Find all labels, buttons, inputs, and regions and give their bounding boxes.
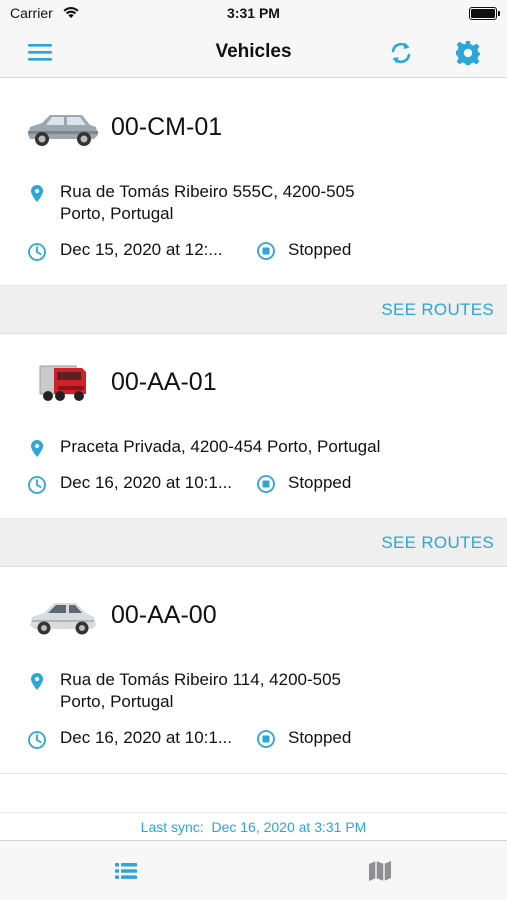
address-line-1: Rua de Tomás Ribeiro 114, 4200-505: [60, 670, 341, 689]
see-routes-button[interactable]: SEE ROUTES: [381, 300, 494, 320]
list-view-tab-icon[interactable]: [113, 859, 139, 883]
clock-time: 3:31 PM: [227, 5, 280, 21]
last-sync-bar: Last sync: Dec 16, 2020 at 3:31 PM: [0, 812, 507, 840]
clock-icon: [27, 242, 47, 262]
gear-icon[interactable]: [455, 39, 481, 67]
vehicle-plate: 00-AA-01: [111, 368, 217, 396]
see-routes-button[interactable]: SEE ROUTES: [381, 533, 494, 553]
see-routes-bar: SEE ROUTES: [0, 519, 507, 567]
vehicle-address: Rua de Tomás Ribeiro 555C, 4200-505 Port…: [0, 181, 507, 225]
tab-bar: [0, 840, 507, 900]
vehicle-status: Stopped: [288, 473, 352, 492]
clock-icon: [27, 475, 47, 495]
address-line-2: Porto, Portugal: [60, 204, 174, 223]
last-update-date: Dec 16, 2020 at 10:1...: [60, 728, 233, 747]
battery-icon: [469, 7, 500, 20]
navigation-bar: Vehicles: [0, 28, 507, 78]
vehicle-status: Stopped: [288, 240, 352, 259]
vehicle-address: Praceta Privada, 4200-454 Porto, Portuga…: [0, 436, 507, 458]
last-sync-label: Last sync:: [140, 819, 204, 835]
vehicle-info-row: Dec 16, 2020 at 10:1... Stopped: [0, 472, 507, 494]
map-view-tab-icon[interactable]: [367, 859, 393, 883]
location-pin-icon: [27, 184, 47, 204]
vehicle-list: 00-CM-01 Rua de Tomás Ribeiro 555C, 4200…: [0, 79, 507, 774]
clock-icon: [27, 730, 47, 750]
vehicle-plate: 00-CM-01: [111, 113, 223, 141]
stop-circle-icon: [256, 729, 276, 749]
page-title: Vehicles: [215, 41, 292, 62]
stop-circle-icon: [256, 474, 276, 494]
truck-icon: [24, 358, 100, 408]
stop-circle-icon: [256, 241, 276, 261]
vehicle-info-row: Dec 15, 2020 at 12:... Stopped: [0, 239, 507, 261]
address-line-1: Praceta Privada, 4200-454 Porto, Portuga…: [60, 437, 381, 456]
vehicle-card[interactable]: 00-CM-01 Rua de Tomás Ribeiro 555C, 4200…: [0, 79, 507, 286]
vehicle-card[interactable]: 00-AA-00 Rua de Tomás Ribeiro 114, 4200-…: [0, 567, 507, 774]
last-sync-value: Dec 16, 2020 at 3:31 PM: [211, 819, 367, 835]
last-update-date: Dec 15, 2020 at 12:...: [60, 240, 223, 259]
vehicle-plate: 00-AA-00: [111, 601, 217, 629]
car-icon: [24, 591, 100, 641]
vehicle-info-row: Dec 16, 2020 at 10:1... Stopped: [0, 727, 507, 749]
status-bar: Carrier 3:31 PM: [0, 0, 507, 28]
address-line-1: Rua de Tomás Ribeiro 555C, 4200-505: [60, 182, 355, 201]
location-pin-icon: [27, 672, 47, 692]
suv-icon: [24, 103, 100, 153]
vehicle-address: Rua de Tomás Ribeiro 114, 4200-505 Porto…: [0, 669, 507, 713]
location-pin-icon: [27, 439, 47, 459]
vehicle-card[interactable]: 00-AA-01 Praceta Privada, 4200-454 Porto…: [0, 334, 507, 519]
vehicle-status: Stopped: [288, 728, 352, 747]
sync-icon[interactable]: [388, 39, 414, 67]
last-update-date: Dec 16, 2020 at 10:1...: [60, 473, 233, 492]
see-routes-bar: SEE ROUTES: [0, 286, 507, 334]
address-line-2: Porto, Portugal: [60, 692, 174, 711]
